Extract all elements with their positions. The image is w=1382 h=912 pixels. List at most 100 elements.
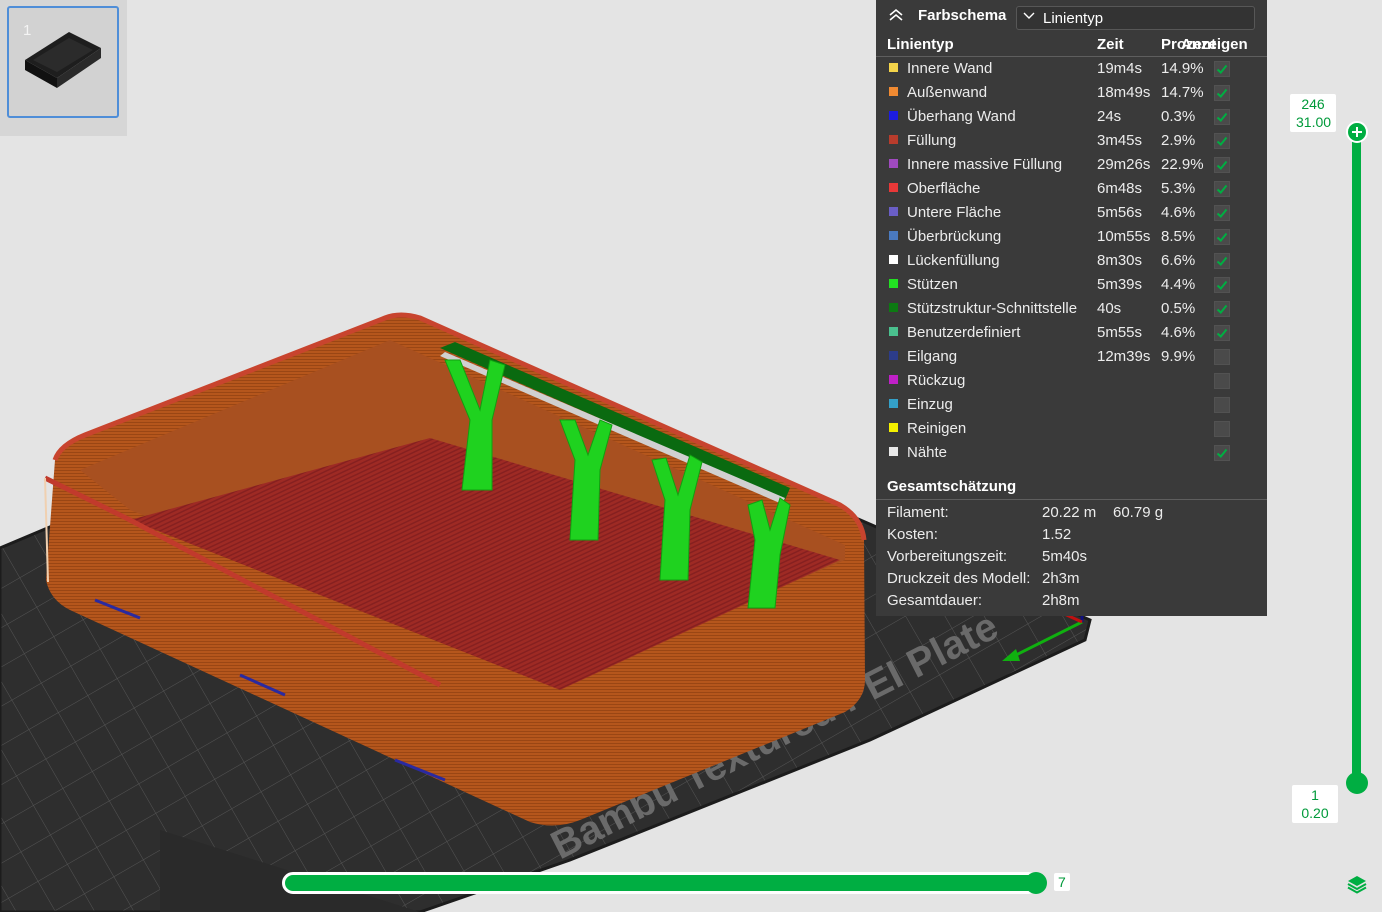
layer-slider-track[interactable]	[1352, 132, 1361, 783]
prep-value: 5m40s	[1042, 548, 1088, 565]
color-swatch	[889, 255, 898, 264]
check-icon	[1216, 448, 1228, 458]
line-type-legend-panel: Farbschema Linientyp Linientyp Zeit Proz…	[876, 0, 1267, 616]
layer-slider-top-label: 246 31.00	[1290, 94, 1336, 132]
filament-length: 20.22 m	[1042, 504, 1097, 521]
color-swatch	[889, 87, 898, 96]
column-time: Zeit	[1097, 36, 1124, 53]
move-slider-value: 7	[1054, 873, 1070, 891]
model-time-label: Druckzeit des Modell:	[887, 570, 1031, 587]
line-type-name: Reinigen	[907, 420, 967, 437]
bottom-layer-number: 1	[1311, 787, 1319, 803]
line-type-time: 5m56s	[1097, 204, 1143, 221]
top-layer-number: 246	[1301, 96, 1325, 112]
show-checkbox[interactable]	[1214, 229, 1230, 245]
line-type-name: Stützstruktur-Schnittstelle	[907, 300, 1078, 317]
line-type-time: 12m39s	[1097, 348, 1151, 365]
line-type-percent: 9.9%	[1161, 348, 1196, 365]
legend-row: Benutzerdefiniert 5m55s 4.6%	[876, 321, 1267, 345]
estimate-title: Gesamtschätzung	[887, 478, 1017, 495]
line-type-time: 5m39s	[1097, 276, 1143, 293]
color-swatch	[889, 327, 898, 336]
legend-row: Innere massive Füllung 29m26s 22.9%	[876, 153, 1267, 177]
legend-row: Stützen 5m39s 4.4%	[876, 273, 1267, 297]
show-checkbox[interactable]	[1214, 301, 1230, 317]
show-checkbox[interactable]	[1214, 421, 1230, 437]
color-scheme-label: Farbschema	[918, 7, 1007, 24]
show-checkbox[interactable]	[1214, 109, 1230, 125]
line-type-percent: 5.3%	[1161, 180, 1196, 197]
layers-icon[interactable]	[1346, 873, 1368, 895]
color-scheme-value: Linientyp	[1043, 10, 1104, 27]
line-type-percent: 6.6%	[1161, 252, 1196, 269]
line-type-time: 29m26s	[1097, 156, 1151, 173]
legend-header: Farbschema Linientyp	[876, 0, 1267, 34]
line-type-time: 6m48s	[1097, 180, 1143, 197]
line-type-percent: 14.9%	[1161, 60, 1204, 77]
line-type-percent: 2.9%	[1161, 132, 1196, 149]
show-checkbox[interactable]	[1214, 277, 1230, 293]
collapse-up-icon[interactable]	[888, 7, 904, 23]
legend-row: Innere Wand 19m4s 14.9%	[876, 57, 1267, 81]
show-checkbox[interactable]	[1214, 397, 1230, 413]
legend-row: Rückzug	[876, 369, 1267, 393]
legend-row: Eilgang 12m39s 9.9%	[876, 345, 1267, 369]
line-type-name: Untere Fläche	[907, 204, 1002, 221]
show-checkbox[interactable]	[1214, 157, 1230, 173]
show-checkbox[interactable]	[1214, 445, 1230, 461]
check-icon	[1216, 88, 1228, 98]
estimate-cost: Kosten: 1.52	[887, 526, 1071, 543]
line-type-percent: 4.6%	[1161, 324, 1196, 341]
color-swatch	[889, 207, 898, 216]
layer-slider-top-handle[interactable]	[1346, 121, 1368, 143]
color-swatch	[889, 63, 898, 72]
legend-row: Außenwand 18m49s 14.7%	[876, 81, 1267, 105]
estimate-filament: Filament: 20.22 m 60.79 g	[887, 504, 1163, 521]
color-swatch	[889, 399, 898, 408]
show-checkbox[interactable]	[1214, 181, 1230, 197]
color-scheme-select[interactable]: Linientyp	[1016, 6, 1255, 30]
show-checkbox[interactable]	[1214, 133, 1230, 149]
color-swatch	[889, 279, 898, 288]
legend-row: Füllung 3m45s 2.9%	[876, 129, 1267, 153]
cost-value: 1.52	[1042, 526, 1072, 543]
legend-row: Überhang Wand 24s 0.3%	[876, 105, 1267, 129]
color-swatch	[889, 447, 898, 456]
check-icon	[1216, 280, 1228, 290]
check-icon	[1216, 160, 1228, 170]
color-swatch	[889, 231, 898, 240]
top-layer-height: 31.00	[1296, 114, 1332, 130]
show-checkbox[interactable]	[1214, 253, 1230, 269]
line-type-time: 5m55s	[1097, 324, 1143, 341]
line-type-time: 3m45s	[1097, 132, 1143, 149]
show-checkbox[interactable]	[1214, 61, 1230, 77]
line-type-name: Innere Wand	[907, 60, 993, 77]
line-type-name: Innere massive Füllung	[907, 156, 1063, 173]
show-checkbox[interactable]	[1214, 85, 1230, 101]
show-checkbox[interactable]	[1214, 349, 1230, 365]
layer-slider-bottom-handle[interactable]	[1346, 772, 1368, 794]
chevron-down-icon	[1023, 12, 1035, 19]
color-swatch	[889, 303, 898, 312]
show-checkbox[interactable]	[1214, 325, 1230, 341]
check-icon	[1216, 184, 1228, 194]
show-checkbox[interactable]	[1214, 373, 1230, 389]
line-type-name: Rückzug	[907, 372, 966, 389]
move-slider-track[interactable]	[282, 872, 1039, 894]
show-checkbox[interactable]	[1214, 205, 1230, 221]
color-swatch	[889, 351, 898, 360]
line-type-percent: 0.3%	[1161, 108, 1196, 125]
legend-row: Nähte	[876, 441, 1267, 465]
legend-column-header: Linientyp Zeit Prozent Anzeigen	[876, 34, 1267, 57]
color-swatch	[889, 159, 898, 168]
bottom-layer-height: 0.20	[1301, 805, 1329, 821]
line-type-percent: 22.9%	[1161, 156, 1204, 173]
color-swatch	[889, 183, 898, 192]
line-type-percent: 4.4%	[1161, 276, 1196, 293]
estimate-divider	[876, 499, 1267, 500]
line-type-percent: 8.5%	[1161, 228, 1196, 245]
legend-row: Überbrückung 10m55s 8.5%	[876, 225, 1267, 249]
check-icon	[1216, 328, 1228, 338]
line-type-name: Füllung	[907, 132, 957, 149]
move-slider-handle[interactable]	[1025, 872, 1047, 894]
